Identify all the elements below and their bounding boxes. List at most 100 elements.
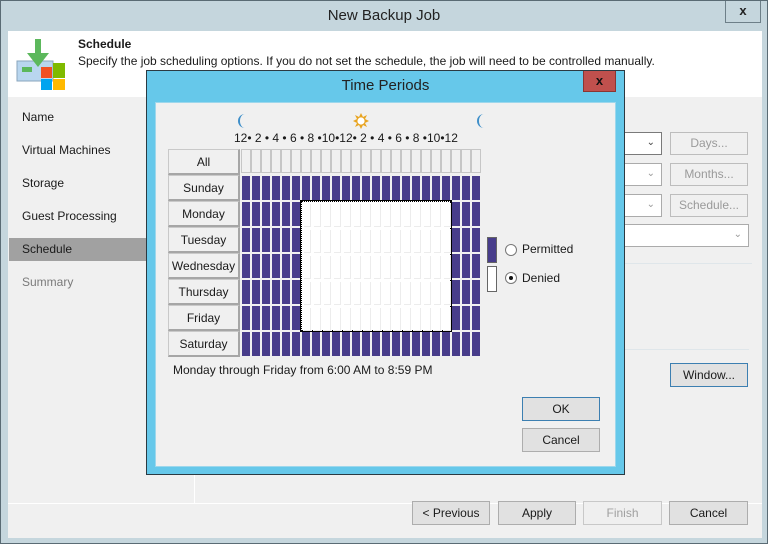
permitted-cell[interactable] [452, 254, 460, 278]
apply-button[interactable]: Apply [498, 501, 576, 525]
denied-cell[interactable] [353, 255, 360, 278]
denied-cell[interactable] [403, 307, 410, 330]
denied-cell[interactable] [303, 229, 310, 252]
denied-cell[interactable] [333, 307, 340, 330]
permitted-cell[interactable] [392, 176, 400, 200]
denied-cell[interactable] [393, 307, 400, 330]
hour-column-header[interactable] [431, 149, 441, 173]
hour-column-header[interactable] [341, 149, 351, 173]
permitted-cell[interactable] [472, 280, 480, 304]
permitted-cell[interactable] [272, 254, 280, 278]
permitted-cell[interactable] [272, 332, 280, 356]
permitted-cell[interactable] [282, 202, 290, 226]
permitted-cell[interactable] [382, 332, 390, 356]
permitted-cell[interactable] [412, 332, 420, 356]
denied-cell[interactable] [383, 281, 390, 304]
day-label-wednesday[interactable]: Wednesday [168, 253, 240, 279]
cancel-button[interactable]: Cancel [669, 501, 748, 525]
denied-cell[interactable] [373, 203, 380, 226]
hour-column-header[interactable] [441, 149, 451, 173]
denied-cell[interactable] [433, 281, 440, 304]
denied-cell[interactable] [443, 255, 450, 278]
denied-cell[interactable] [373, 307, 380, 330]
window-close-button[interactable]: x [725, 1, 761, 23]
denied-cell[interactable] [343, 229, 350, 252]
denied-cell[interactable] [373, 229, 380, 252]
denied-cell[interactable] [333, 281, 340, 304]
denied-cell[interactable] [353, 307, 360, 330]
denied-cell[interactable] [353, 203, 360, 226]
denied-cell[interactable] [423, 255, 430, 278]
denied-cell[interactable] [393, 229, 400, 252]
permitted-cell[interactable] [472, 306, 480, 330]
denied-cell[interactable] [403, 229, 410, 252]
permitted-cell[interactable] [262, 254, 270, 278]
permitted-cell[interactable] [362, 176, 370, 200]
day-label-tuesday[interactable]: Tuesday [168, 227, 240, 253]
denied-cell[interactable] [383, 307, 390, 330]
denied-cell[interactable] [363, 307, 370, 330]
hour-column-header[interactable] [471, 149, 481, 173]
permitted-cell[interactable] [452, 306, 460, 330]
denied-cell[interactable] [343, 281, 350, 304]
previous-button[interactable]: < Previous [412, 501, 490, 525]
denied-cell[interactable] [333, 203, 340, 226]
permitted-cell[interactable] [252, 306, 260, 330]
permitted-cell[interactable] [332, 176, 340, 200]
denied-cell[interactable] [363, 281, 370, 304]
permitted-cell[interactable] [262, 280, 270, 304]
denied-cell[interactable] [323, 281, 330, 304]
denied-cell[interactable] [413, 229, 420, 252]
permitted-cell[interactable] [292, 280, 300, 304]
denied-cell[interactable] [303, 255, 310, 278]
denied-cell[interactable] [423, 229, 430, 252]
denied-radio[interactable] [505, 272, 517, 284]
denied-cell[interactable] [403, 203, 410, 226]
permitted-cell[interactable] [292, 228, 300, 252]
permitted-cell[interactable] [362, 332, 370, 356]
permitted-cell[interactable] [272, 280, 280, 304]
permitted-cell[interactable] [342, 332, 350, 356]
permitted-cell[interactable] [312, 176, 320, 200]
permitted-cell[interactable] [252, 332, 260, 356]
hour-column-header[interactable] [371, 149, 381, 173]
permitted-cell[interactable] [402, 332, 410, 356]
hour-column-header[interactable] [391, 149, 401, 173]
denied-cell[interactable] [413, 307, 420, 330]
permitted-cell[interactable] [262, 202, 270, 226]
permitted-cell[interactable] [472, 332, 480, 356]
denied-cell[interactable] [333, 255, 340, 278]
denied-cell[interactable] [323, 307, 330, 330]
permitted-cell[interactable] [462, 280, 470, 304]
denied-cell[interactable] [323, 229, 330, 252]
hour-column-header[interactable] [291, 149, 301, 173]
permitted-cell[interactable] [422, 176, 430, 200]
denied-cell[interactable] [413, 281, 420, 304]
permitted-cell[interactable] [292, 306, 300, 330]
denied-cell[interactable] [383, 255, 390, 278]
permitted-cell[interactable] [292, 176, 300, 200]
denied-cell[interactable] [413, 203, 420, 226]
denied-cell[interactable] [353, 281, 360, 304]
permitted-cell[interactable] [322, 332, 330, 356]
permitted-cell[interactable] [242, 176, 250, 200]
permitted-cell[interactable] [272, 228, 280, 252]
permitted-cell[interactable] [452, 332, 460, 356]
window-button[interactable]: Window... [670, 363, 748, 387]
hour-column-header[interactable] [261, 149, 271, 173]
hour-column-header[interactable] [461, 149, 471, 173]
day-label-monday[interactable]: Monday [168, 201, 240, 227]
denied-cell[interactable] [403, 281, 410, 304]
hour-column-header[interactable] [421, 149, 431, 173]
permitted-cell[interactable] [282, 332, 290, 356]
hour-column-header[interactable] [401, 149, 411, 173]
denied-cell[interactable] [313, 307, 320, 330]
hour-column-header[interactable] [311, 149, 321, 173]
dialog-cancel-button[interactable]: Cancel [522, 428, 600, 452]
permitted-cell[interactable] [242, 332, 250, 356]
permitted-cell[interactable] [462, 332, 470, 356]
hour-column-header[interactable] [361, 149, 371, 173]
permitted-cell[interactable] [262, 228, 270, 252]
permitted-cell[interactable] [272, 202, 280, 226]
permitted-cell[interactable] [462, 228, 470, 252]
